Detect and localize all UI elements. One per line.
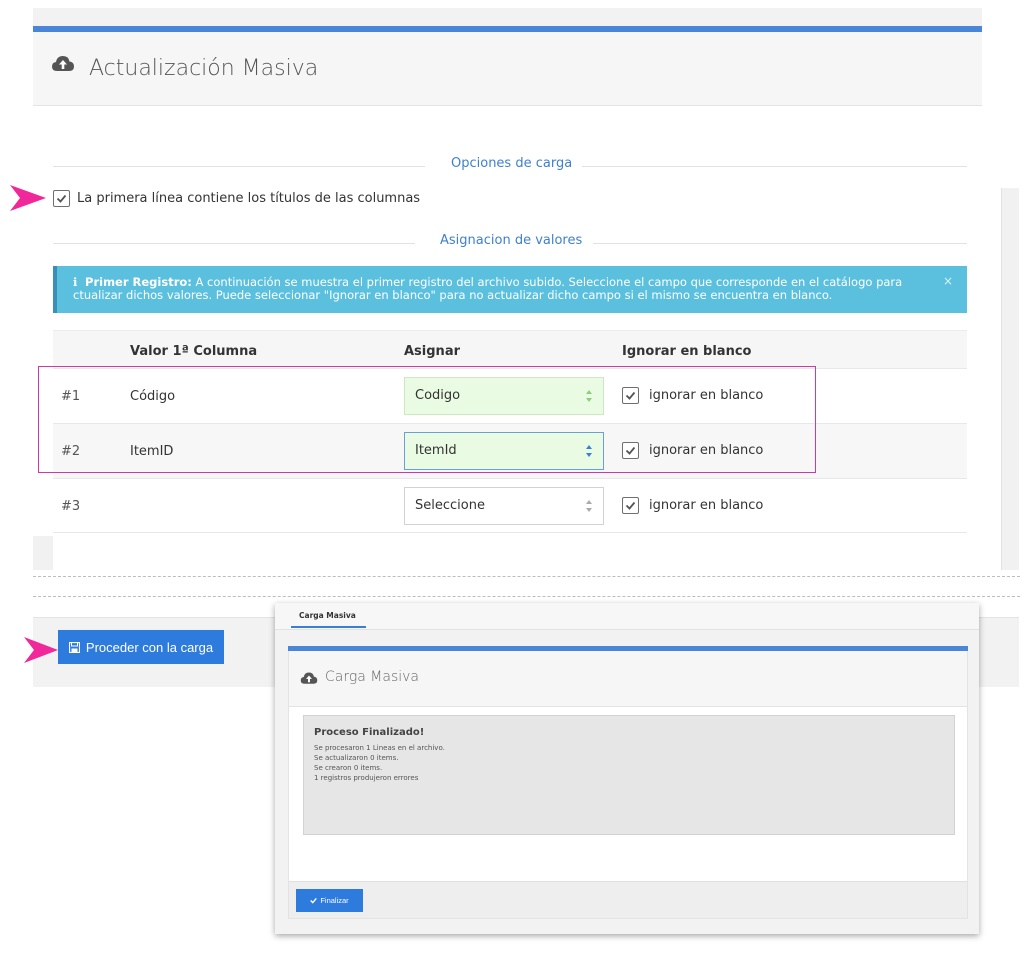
info-alert: ℹ Primer Registro: A continuación se mue… [53, 266, 967, 313]
legend-line [53, 166, 425, 167]
legend-line [582, 166, 967, 167]
result-popup: Carga Masiva Carga Masiva Proceso Finali… [275, 603, 979, 934]
result-line: 1 registros produjeron errores [314, 774, 419, 782]
finish-button[interactable]: Finalizar [296, 889, 363, 912]
tab-carga-masiva[interactable]: Carga Masiva [291, 611, 366, 628]
legend-line [593, 243, 967, 244]
alert-close-icon[interactable]: × [943, 275, 953, 288]
ignore-blank-label: ignorar en blanco [649, 498, 764, 513]
first-line-checkbox[interactable] [53, 190, 70, 207]
cloud-upload-icon [300, 671, 318, 690]
popup-title: Carga Masiva [325, 669, 420, 685]
assign-select-value: Seleccione [415, 498, 485, 513]
ignore-blank-option[interactable]: ignorar en blanco [622, 497, 763, 514]
alert-text: A continuación se muestra el primer regi… [73, 275, 903, 302]
first-line-label: La primera línea contiene los títulos de… [77, 191, 421, 206]
proceed-button-label: Proceder con la carga [85, 639, 214, 655]
left-gutter [33, 536, 53, 570]
assign-select[interactable]: Seleccione [404, 487, 604, 525]
result-title: Proceso Finalizado! [314, 727, 425, 738]
cut-line [33, 596, 1020, 597]
pointer-arrow-icon [10, 185, 46, 211]
assign-legend-label: Asignacion de valores [440, 233, 583, 248]
check-icon [310, 897, 318, 904]
column-header-ignore: Ignorar en blanco [622, 344, 752, 359]
ignore-blank-checkbox[interactable] [622, 497, 639, 514]
page-header: Actualización Masiva [33, 32, 982, 106]
cut-line [33, 576, 1020, 577]
pointer-arrow-icon [24, 637, 58, 663]
popup-footer: Finalizar [289, 881, 967, 918]
info-icon: ℹ [73, 275, 82, 289]
column-header-value: Valor 1ª Columna [130, 344, 258, 359]
finish-button-label: Finalizar [320, 896, 349, 905]
row-number: #3 [61, 499, 81, 514]
proceed-button[interactable]: Proceder con la carga [58, 630, 224, 664]
popup-tab-bar: Carga Masiva [275, 603, 979, 630]
result-line: Se procesaron 1 Lineas en el archivo. [314, 744, 445, 752]
save-icon [68, 641, 80, 653]
select-arrows-icon [586, 500, 592, 512]
result-box: Proceso Finalizado! Se procesaron 1 Line… [303, 715, 955, 835]
scrollbar-track[interactable] [1001, 188, 1019, 570]
popup-body: Carga Masiva Proceso Finalizado! Se proc… [288, 651, 968, 919]
result-line: Se actualizaron 0 items. [314, 754, 399, 762]
first-line-option[interactable]: La primera línea contiene los títulos de… [53, 190, 420, 207]
assign-legend: Asignacion de valores [53, 233, 967, 253]
options-legend-label: Opciones de carga [451, 156, 573, 171]
cloud-upload-icon [51, 54, 75, 78]
column-header-assign: Asignar [404, 344, 460, 359]
table-row: #3 Seleccione ignorar en blanco [53, 478, 967, 533]
legend-line [53, 243, 415, 244]
popup-header: Carga Masiva [289, 651, 967, 707]
result-line: Se crearon 0 items. [314, 764, 383, 772]
alert-title: Primer Registro: [85, 275, 192, 289]
page-title: Actualización Masiva [89, 56, 319, 81]
highlight-annotation-box [38, 366, 816, 473]
table-header: Valor 1ª Columna Asignar Ignorar en blan… [53, 330, 967, 368]
options-legend: Opciones de carga [53, 156, 967, 176]
top-strip [33, 8, 982, 26]
